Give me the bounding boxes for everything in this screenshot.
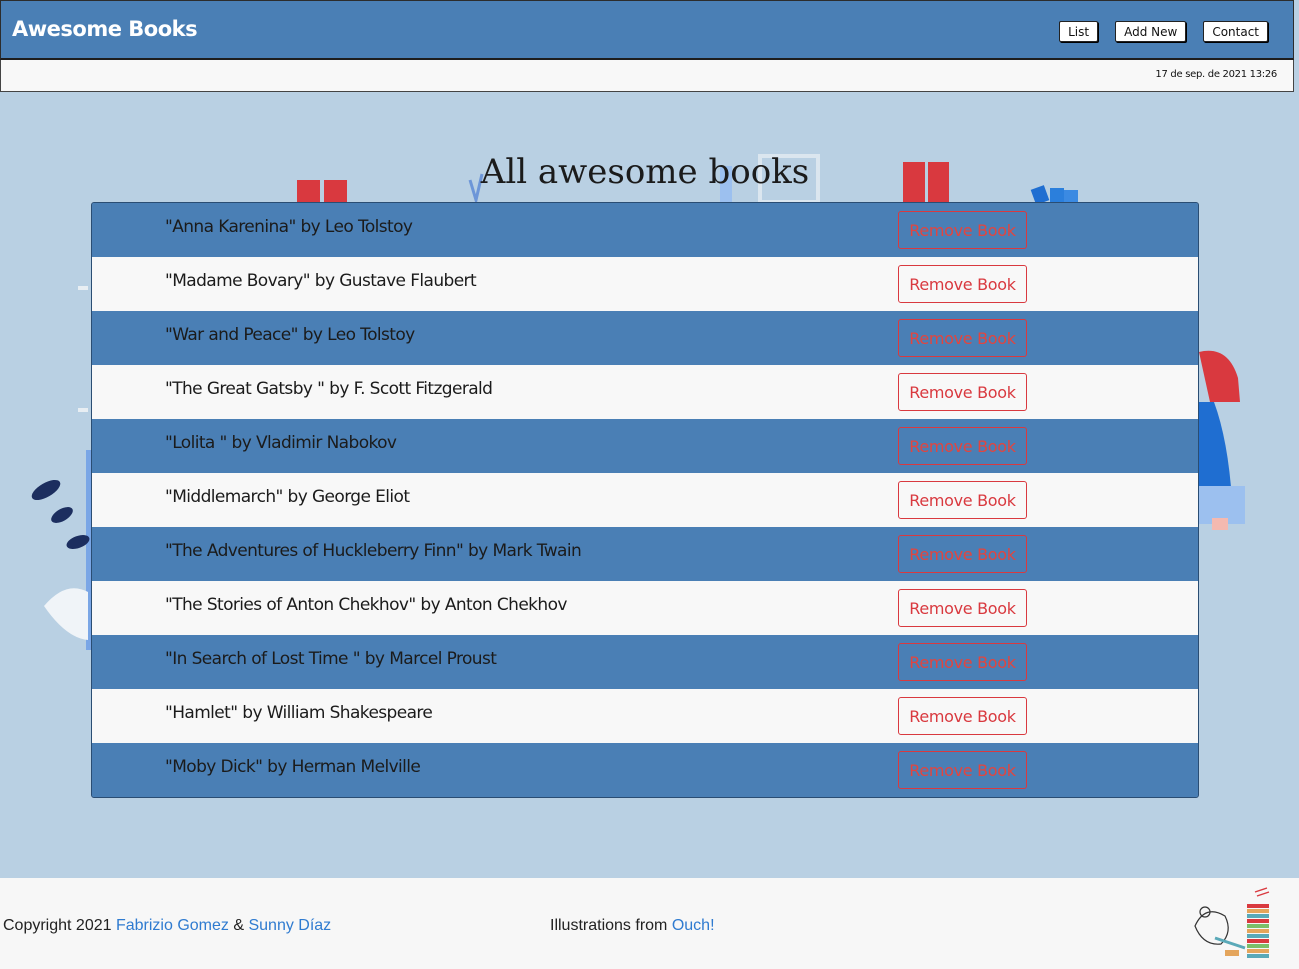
remove-book-button[interactable]: Remove Book: [898, 427, 1027, 465]
author-link-sunny[interactable]: Sunny Díaz: [248, 917, 331, 934]
book-title: "Madame Bovary" by Gustave Flaubert: [165, 271, 477, 291]
page-title: All awesome books: [480, 152, 810, 192]
remove-book-button[interactable]: Remove Book: [898, 643, 1027, 681]
book-row: "Hamlet" by William Shakespeare Remove Bo…: [92, 689, 1198, 743]
copyright-prefix: Copyright 2021: [3, 917, 112, 934]
ouch-link[interactable]: Ouch!: [672, 917, 715, 934]
book-row: "Anna Karenina" by Leo Tolstoy Remove Boo…: [92, 203, 1198, 257]
book-row: "The Stories of Anton Chekhov" by Anton …: [92, 581, 1198, 635]
ampersand: &: [233, 917, 245, 934]
book-title: "War and Peace" by Leo Tolstoy: [165, 325, 415, 345]
remove-book-button[interactable]: Remove Book: [898, 589, 1027, 627]
book-title: "Moby Dick" by Herman Melville: [165, 757, 421, 777]
copyright-text: Copyright 2021 Fabrizio Gomez & Sunny Dí…: [3, 917, 331, 935]
book-row: "Moby Dick" by Herman Melville Remove Boo…: [92, 743, 1198, 797]
book-title: "Anna Karenina" by Leo Tolstoy: [165, 217, 413, 237]
remove-book-button[interactable]: Remove Book: [898, 697, 1027, 735]
nav-links: List Add New Contact: [1059, 21, 1268, 42]
reader-illustration: [1194, 887, 1270, 958]
date-bar: 17 de sep. de 2021 13:26: [0, 60, 1294, 92]
remove-book-button[interactable]: Remove Book: [898, 319, 1027, 357]
book-row: "War and Peace" by Leo Tolstoy Remove Boo…: [92, 311, 1198, 365]
remove-book-button[interactable]: Remove Book: [898, 535, 1027, 573]
footer: Copyright 2021 Fabrizio Gomez & Sunny Dí…: [0, 878, 1299, 969]
navbar: Awesome Books List Add New Contact: [0, 0, 1294, 60]
book-row: "Madame Bovary" by Gustave Flaubert Remov…: [92, 257, 1198, 311]
book-list: "Anna Karenina" by Leo Tolstoy Remove Boo…: [91, 202, 1199, 798]
remove-book-button[interactable]: Remove Book: [898, 211, 1027, 249]
book-row: "Lolita " by Vladimir Nabokov Remove Book: [92, 419, 1198, 473]
remove-book-button[interactable]: Remove Book: [898, 481, 1027, 519]
nav-add-new-button[interactable]: Add New: [1115, 21, 1187, 42]
illustrations-credit: Illustrations from Ouch!: [550, 917, 715, 935]
brand-title[interactable]: Awesome Books: [12, 17, 198, 41]
book-title: "Middlemarch" by George Eliot: [165, 487, 410, 507]
book-title: "In Search of Lost Time " by Marcel Prou…: [165, 649, 497, 669]
current-date: 17 de sep. de 2021 13:26: [1155, 69, 1277, 80]
book-title: "The Adventures of Huckleberry Finn" by …: [165, 541, 582, 561]
nav-contact-button[interactable]: Contact: [1203, 21, 1268, 42]
nav-list-button[interactable]: List: [1059, 21, 1099, 42]
book-title: "The Great Gatsby " by F. Scott Fitzgera…: [165, 379, 493, 399]
remove-book-button[interactable]: Remove Book: [898, 751, 1027, 789]
illustrations-prefix: Illustrations from: [550, 917, 668, 934]
book-title: "Hamlet" by William Shakespeare: [165, 703, 433, 723]
book-title: "The Stories of Anton Chekhov" by Anton …: [165, 595, 567, 615]
book-row: "The Great Gatsby " by F. Scott Fitzgera…: [92, 365, 1198, 419]
book-row: "The Adventures of Huckleberry Finn" by …: [92, 527, 1198, 581]
remove-book-button[interactable]: Remove Book: [898, 373, 1027, 411]
book-row: "Middlemarch" by George Eliot Remove Book: [92, 473, 1198, 527]
author-link-fabrizio[interactable]: Fabrizio Gomez: [116, 917, 229, 934]
book-row: "In Search of Lost Time " by Marcel Prou…: [92, 635, 1198, 689]
remove-book-button[interactable]: Remove Book: [898, 265, 1027, 303]
book-title: "Lolita " by Vladimir Nabokov: [165, 433, 397, 453]
